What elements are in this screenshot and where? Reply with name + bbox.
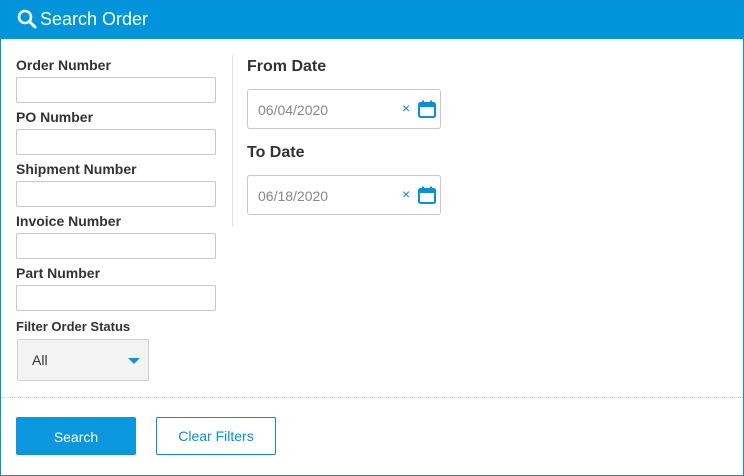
to-date-field[interactable]: 06/18/2020 × (247, 175, 441, 215)
calendar-icon[interactable] (417, 185, 437, 205)
from-date-field[interactable]: 06/04/2020 × (247, 89, 441, 129)
from-date-clear-icon[interactable]: × (402, 100, 410, 116)
order-number-label: Order Number (16, 57, 111, 73)
invoice-number-input[interactable] (16, 233, 216, 259)
calendar-icon[interactable] (417, 99, 437, 119)
invoice-number-label: Invoice Number (16, 213, 122, 229)
column-divider (232, 55, 233, 227)
panel-header: Search Order (1, 1, 743, 39)
clear-filters-button[interactable]: Clear Filters (156, 417, 276, 455)
po-number-input[interactable] (16, 129, 216, 155)
order-status-select[interactable]: All (17, 339, 149, 381)
part-number-input[interactable] (16, 285, 216, 311)
po-number-label: PO Number (16, 109, 94, 125)
search-icon (17, 9, 37, 29)
order-status-value: All (32, 352, 48, 368)
from-date-value: 06/04/2020 (258, 102, 329, 118)
order-status-label: Filter Order Status (16, 319, 131, 334)
shipment-number-label: Shipment Number (16, 161, 137, 177)
shipment-number-input[interactable] (16, 181, 216, 207)
from-date-label: From Date (247, 58, 327, 75)
to-date-clear-icon[interactable]: × (402, 186, 410, 202)
to-date-label: To Date (247, 144, 305, 161)
chevron-down-icon (128, 358, 140, 364)
search-order-panel: Search Order Order Number PO Number Ship… (0, 0, 744, 476)
search-button[interactable]: Search (16, 417, 136, 455)
part-number-label: Part Number (16, 265, 101, 281)
page-title: Search Order (40, 9, 149, 29)
order-number-input[interactable] (16, 77, 216, 103)
to-date-value: 06/18/2020 (258, 188, 329, 204)
footer-divider (1, 397, 743, 398)
